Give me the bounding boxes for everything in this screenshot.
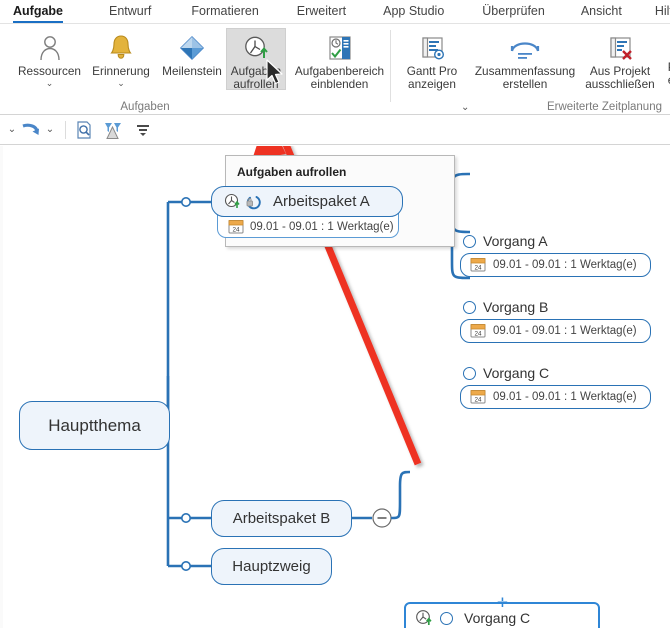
exclude-project-icon bbox=[605, 33, 635, 63]
calendar-day-number: 24 bbox=[474, 330, 482, 337]
chevron-down-icon[interactable]: ⌄ bbox=[46, 79, 54, 88]
ribbon-button-ressourcen-label: Ressourcen bbox=[18, 64, 81, 78]
tab-formatieren[interactable]: Formatieren bbox=[191, 4, 258, 21]
find-document-icon[interactable] bbox=[73, 120, 95, 140]
ribbon-button-aus-projekt-ausschliessen-label: Aus Projekt ausschließen bbox=[585, 64, 655, 91]
ribbon-button-erinnerung[interactable]: Erinnerung ⌄ bbox=[86, 28, 156, 90]
bell-icon bbox=[108, 33, 134, 63]
ribbon-button-gantt[interactable]: tt bbox=[0, 54, 1, 77]
mindmap-node-vorgang-a-title-row[interactable]: Vorgang A bbox=[460, 231, 651, 251]
rollup-clock-icon bbox=[415, 609, 433, 627]
mindmap-selected-node-label: Vorgang C bbox=[464, 610, 531, 626]
mindmap-root-node-label: Hauptthema bbox=[48, 415, 141, 435]
tab-aufgabe[interactable]: Aufgabe bbox=[13, 4, 63, 24]
ribbon-button-gantt-pro-anzeigen-label: Gantt Pro anzeigen bbox=[406, 64, 458, 91]
mindmap-node-arbeitspaket-b-label: Arbeitspaket B bbox=[232, 510, 331, 527]
ribbon-button-aufgabenbereich-einblenden-label: Aufgabenbereich einblenden bbox=[294, 64, 385, 91]
quick-access-toolbar: ⌄ ⌄ bbox=[0, 115, 670, 145]
calendar-icon: 24 bbox=[470, 323, 486, 338]
tab-entwurf[interactable]: Entwurf bbox=[109, 4, 151, 21]
ribbon-tab-strip: Aufgabe Entwurf Formatieren Erweitert Ap… bbox=[0, 0, 670, 24]
mindmap-node-vorgang-a-date-row: 24 09.01 - 09.01 : 1 Werktag(e) bbox=[460, 253, 651, 277]
ribbon-group-title-aufgaben: Aufgaben bbox=[120, 101, 170, 113]
mindmap-node-hauptzweig[interactable]: Hauptzweig bbox=[211, 548, 332, 585]
ribbon: Aufgaben tt Ressourcen ⌄ Erinnerung ⌄ bbox=[0, 24, 670, 115]
ribbon-group-title-erweiterte-zeitplanung: Erweiterte Zeitplanung bbox=[546, 101, 662, 113]
summary-icon bbox=[508, 33, 542, 63]
status-circle-icon bbox=[463, 300, 476, 314]
ribbon-button-aus-projekt-ausschliessen[interactable]: Aus Projekt ausschließen bbox=[581, 28, 659, 94]
status-circle-icon bbox=[463, 234, 476, 248]
mindmap-node-arbeitspaket-a-date: 09.01 - 09.01 : 1 Werktag(e) bbox=[250, 220, 394, 233]
chevron-down-icon[interactable]: ⌄ bbox=[461, 102, 469, 113]
ribbon-button-aufgabenbereich-einblenden[interactable]: Aufgabenbereich einblenden bbox=[292, 28, 387, 94]
lock-circle-icon bbox=[245, 193, 262, 210]
resize-handle-top[interactable]: ✛ bbox=[497, 596, 508, 609]
mindmap-node-vorgang-b-date: 09.01 - 09.01 : 1 Werktag(e) bbox=[493, 324, 637, 337]
mindmap-node-vorgang-c[interactable]: Vorgang C 24 09.01 - 09.01 : 1 Werktag(e… bbox=[460, 363, 651, 409]
undo-dropdown-caret-icon[interactable]: ⌄ bbox=[4, 124, 20, 135]
ribbon-button-cut-off[interactable]: Pu en bbox=[655, 54, 670, 90]
person-icon bbox=[36, 33, 64, 63]
collapse-all-icon[interactable] bbox=[131, 122, 155, 138]
ribbon-button-ressourcen[interactable]: Ressourcen ⌄ bbox=[14, 28, 85, 90]
ribbon-button-meilenstein-label: Meilenstein bbox=[162, 64, 222, 78]
calendar-icon: 24 bbox=[470, 257, 486, 272]
mindmap-node-arbeitspaket-a-label: Arbeitspaket A bbox=[273, 193, 370, 210]
calendar-day-number: 24 bbox=[474, 396, 482, 403]
ribbon-button-gantt-pro-anzeigen[interactable]: Gantt Pro anzeigen bbox=[399, 28, 465, 94]
filter-icon[interactable] bbox=[99, 120, 125, 140]
mindmap-node-vorgang-c-title-row[interactable]: Vorgang C bbox=[460, 363, 651, 383]
tooltip-title: Aufgaben aufrollen bbox=[237, 165, 347, 179]
status-circle-icon bbox=[440, 611, 453, 625]
redo-arrow-icon[interactable] bbox=[20, 121, 42, 139]
calendar-icon: 24 bbox=[228, 219, 244, 234]
mindmap-node-vorgang-c-label: Vorgang C bbox=[483, 365, 550, 381]
tab-hilfe[interactable]: Hilfe bbox=[655, 4, 670, 21]
mindmap-node-hauptzweig-label: Hauptzweig bbox=[232, 558, 311, 575]
mindmap-node-arbeitspaket-b[interactable]: Arbeitspaket B bbox=[211, 500, 352, 537]
diamond-icon bbox=[177, 33, 207, 63]
ribbon-button-zusammenfassung-erstellen[interactable]: Zusammenfassung erstellen bbox=[473, 28, 577, 94]
ribbon-button-erinnerung-label: Erinnerung bbox=[92, 64, 150, 78]
mindmap-node-arbeitspaket-a-head[interactable]: Arbeitspaket A bbox=[211, 186, 403, 217]
mindmap-node-vorgang-c-date: 09.01 - 09.01 : 1 Werktag(e) bbox=[493, 390, 637, 403]
mindmap-node-vorgang-b-label: Vorgang B bbox=[483, 299, 549, 315]
mindmap-selected-node-frame[interactable]: Vorgang C 24 09.01 - 09.01 : 1 Werktag(e… bbox=[404, 596, 600, 628]
mindmap-node-vorgang-a[interactable]: Vorgang A 24 09.01 - 09.01 : 1 Werktag(e… bbox=[460, 231, 651, 277]
toolbar-separator bbox=[65, 120, 66, 139]
rollup-clock-icon bbox=[224, 193, 241, 210]
tab-erweitert[interactable]: Erweitert bbox=[297, 4, 346, 21]
ribbon-button-meilenstein[interactable]: Meilenstein bbox=[157, 28, 227, 81]
mindmap-node-vorgang-c-date-row: 24 09.01 - 09.01 : 1 Werktag(e) bbox=[460, 385, 651, 409]
redo-dropdown-caret-icon[interactable]: ⌄ bbox=[42, 124, 58, 135]
mindmap-node-vorgang-a-label: Vorgang A bbox=[483, 233, 548, 249]
mindmap-root-node[interactable]: Hauptthema bbox=[19, 401, 170, 450]
ribbon-button-zusammenfassung-erstellen-label: Zusammenfassung erstellen bbox=[474, 64, 576, 91]
mindmap-node-vorgang-b-date-row: 24 09.01 - 09.01 : 1 Werktag(e) bbox=[460, 319, 651, 343]
mindmap-canvas[interactable]: Hauptthema Arbeitspaket A 24 09.01 - 09.… bbox=[0, 146, 670, 628]
mindmap-node-arbeitspaket-a[interactable]: Arbeitspaket A 24 09.01 - 09.01 : 1 Werk… bbox=[211, 186, 403, 238]
chevron-down-icon[interactable]: ⌄ bbox=[117, 79, 125, 88]
calendar-icon: 24 bbox=[470, 389, 486, 404]
tab-app-studio[interactable]: App Studio bbox=[383, 4, 444, 21]
calendar-day-number: 24 bbox=[232, 226, 240, 233]
mindmap-node-vorgang-a-date: 09.01 - 09.01 : 1 Werktag(e) bbox=[493, 258, 637, 271]
tab-ueberpruefen[interactable]: Überprüfen bbox=[482, 4, 545, 21]
calendar-day-number: 24 bbox=[474, 264, 482, 271]
mouse-cursor-icon bbox=[266, 59, 283, 85]
gantt-pro-icon bbox=[417, 33, 447, 63]
task-panel-icon bbox=[325, 33, 355, 63]
mindmap-node-vorgang-b-title-row[interactable]: Vorgang B bbox=[460, 297, 651, 317]
status-circle-icon bbox=[463, 366, 476, 380]
tab-ansicht[interactable]: Ansicht bbox=[581, 4, 622, 21]
mindmap-node-vorgang-b[interactable]: Vorgang B 24 09.01 - 09.01 : 1 Werktag(e… bbox=[460, 297, 651, 343]
